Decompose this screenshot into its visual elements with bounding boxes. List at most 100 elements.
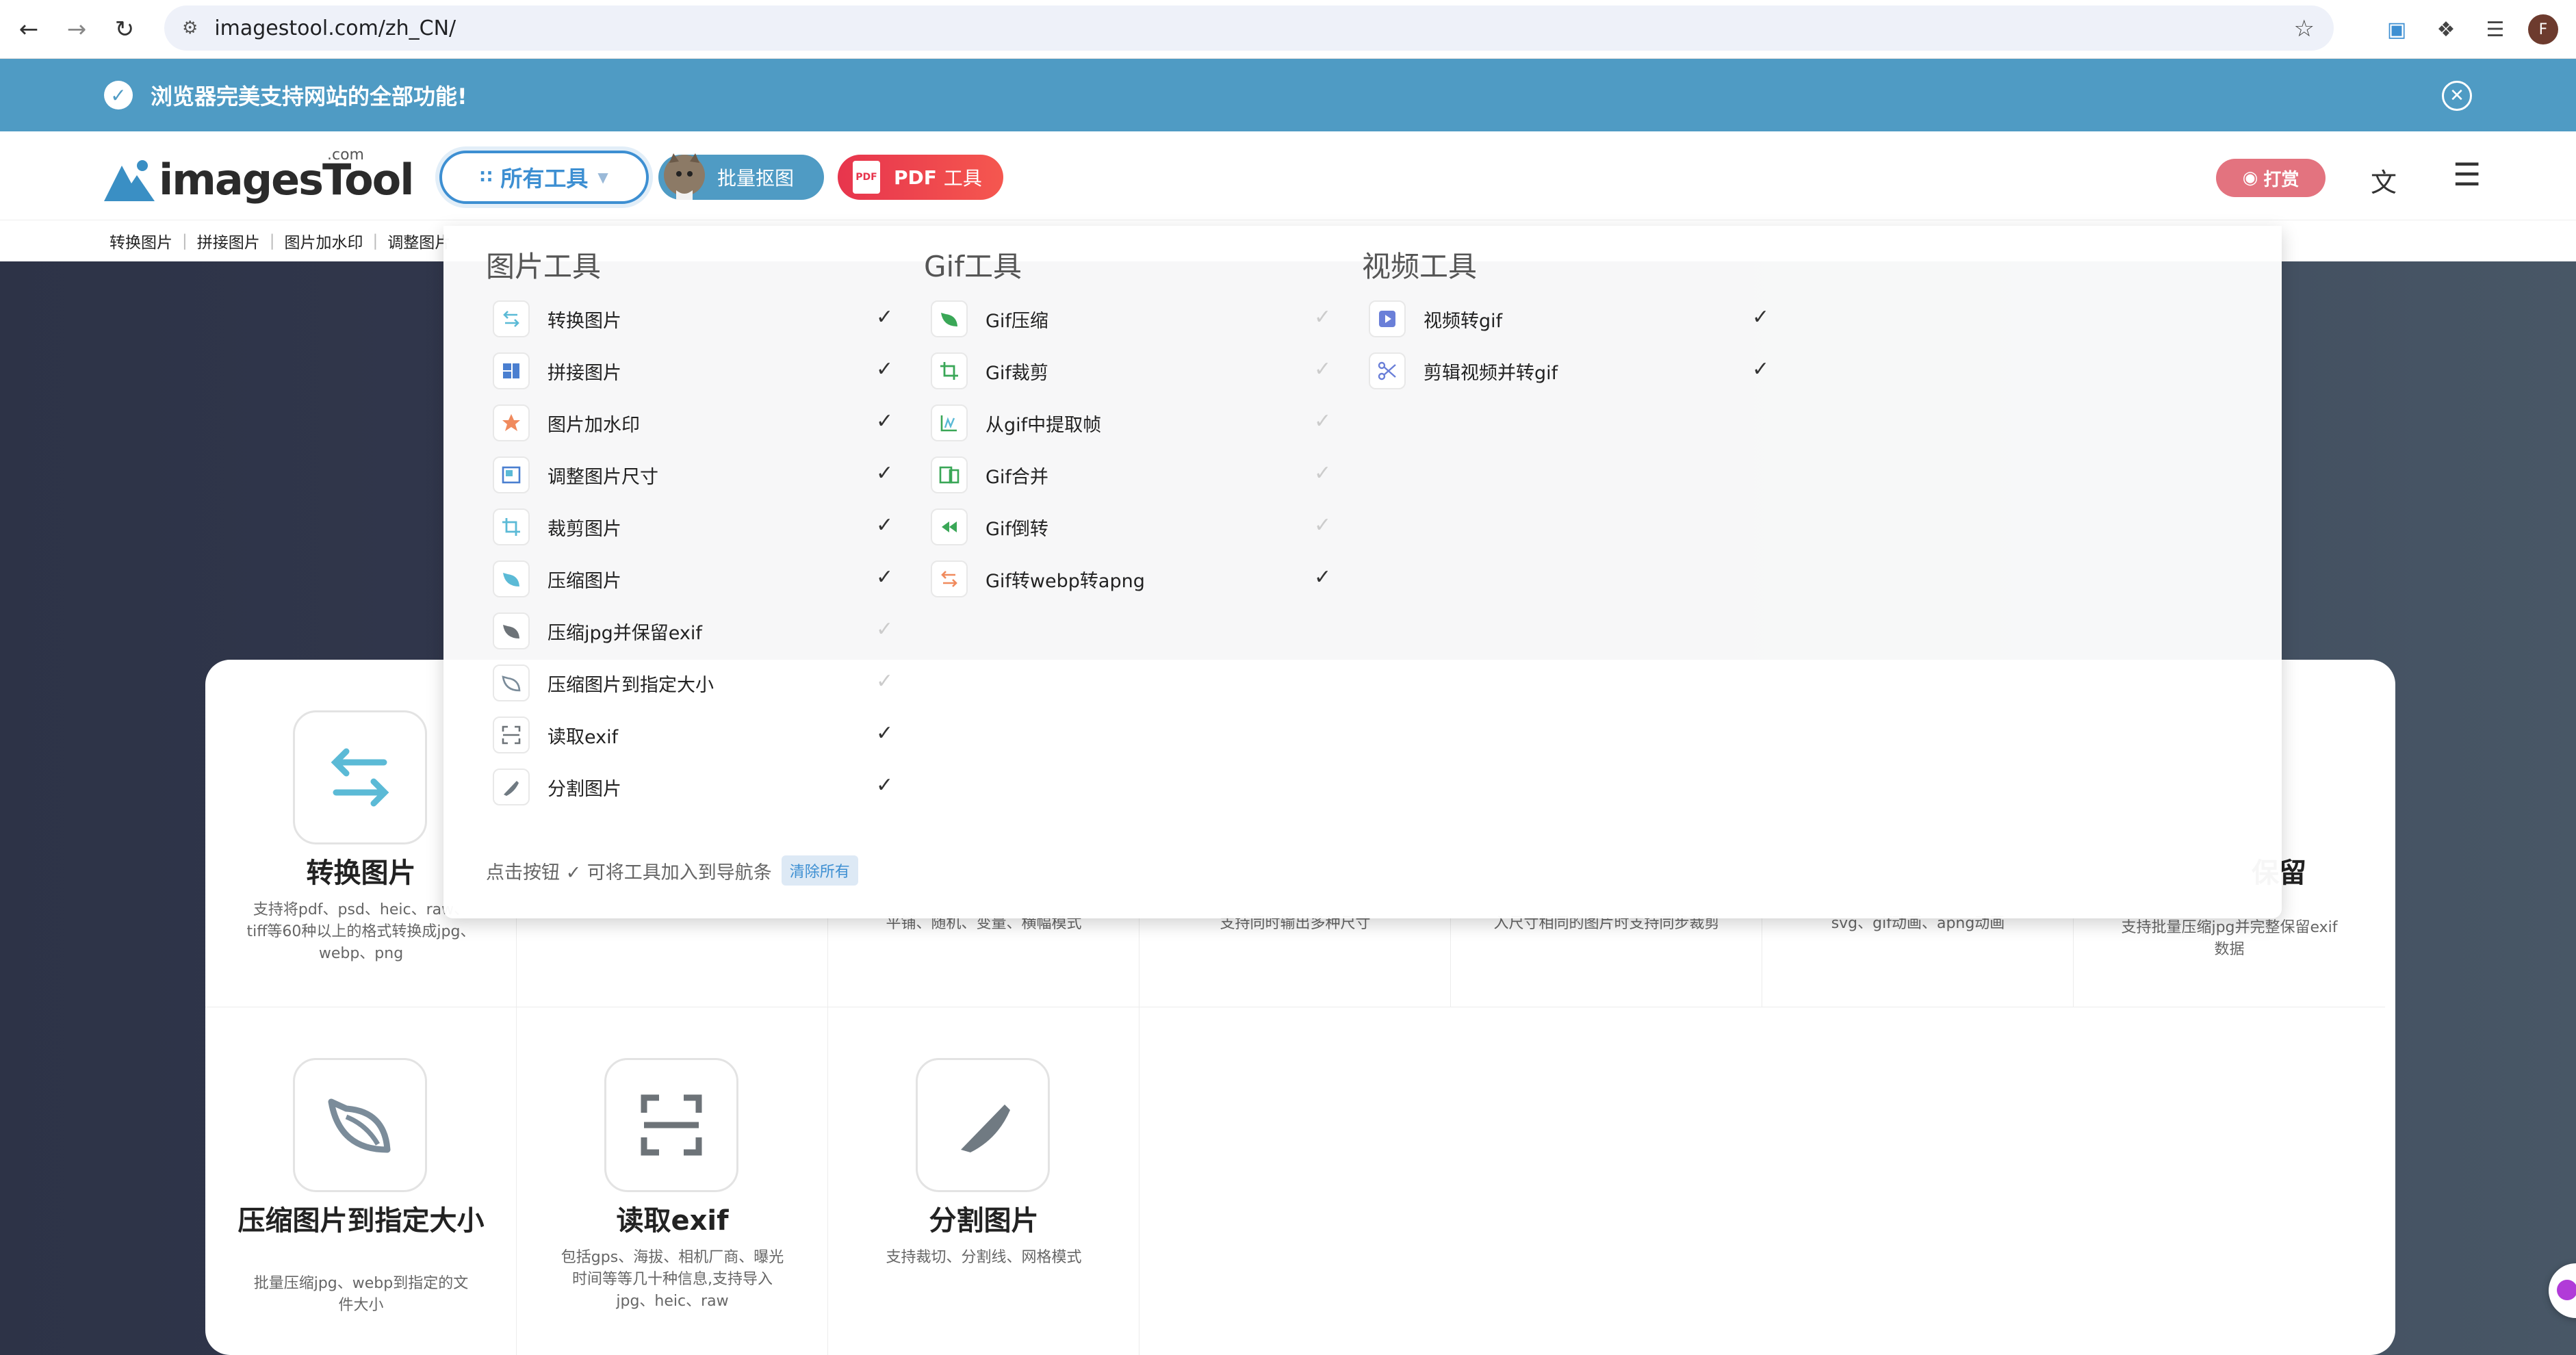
quick-nav-separator: | [269,232,275,250]
wechat-icon: ◉ [2242,168,2258,188]
checkmark-icon[interactable]: ✓ [876,513,893,537]
scan-frame-icon [493,717,530,753]
knife-icon [961,1105,1010,1152]
checkmark-icon[interactable]: ✓ [876,617,893,641]
checkmark-icon[interactable]: ✓ [876,721,893,745]
tool-card-desc: 支持将pdf、psd、heic、raw、tiff等60种以上的格式转换成jpg、… [246,901,476,962]
menu-column-video-tools: 视频工具 [1319,246,1477,287]
menu-item-gif-extract[interactable]: 从gif中提取帧 ✓ [931,397,1331,449]
menu-item-gif-crop[interactable]: Gif裁剪 ✓ [931,345,1331,397]
checkmark-icon[interactable]: ✓ [1314,409,1331,433]
rewind-icon [931,508,968,545]
menu-item-gif-to-webp[interactable]: Gif转webp转apng ✓ [931,553,1331,605]
close-notice-icon[interactable]: ✕ [2442,81,2472,111]
checkmark-icon[interactable]: ✓ [876,461,893,485]
batch-cutout-button[interactable]: 批量抠图 [658,153,824,200]
knife-icon [493,769,530,805]
back-icon[interactable]: ← [10,10,48,49]
crop-icon [931,352,968,389]
checkmark-icon[interactable]: ✓ [1314,565,1331,589]
scissors-icon [1369,352,1406,389]
donate-label: 打赏 [2263,169,2300,190]
collage-grid-icon [493,352,530,389]
notice-text: 浏览器完美支持网站的全部功能! [151,83,467,109]
menu-item-read-exif[interactable]: 读取exif ✓ [493,709,893,761]
grid-dots-icon: ∷ [480,167,493,188]
tool-card-icon-box [293,710,427,844]
checkmark-icon[interactable]: ✓ [876,669,893,693]
tool-card-desc: 支持裁切、分割线、网格模式 [886,1249,1082,1266]
pdf-tools-button[interactable]: PDF PDF 工具 [838,155,1003,200]
quick-nav-separator: | [182,232,188,250]
checkmark-icon[interactable]: ✓ [876,357,893,381]
browser-actions: ▣ ❖ ☰ F [2372,0,2576,59]
tool-card-split[interactable]: 分割图片 支持裁切、分割线、网格模式 [828,1007,1139,1355]
url-text[interactable]: imagestool.com/zh_CN/ [214,16,456,40]
menu-item-split[interactable]: 分割图片 ✓ [493,761,893,813]
check-circle-icon: ✓ [104,81,133,109]
checkmark-icon[interactable]: ✓ [876,773,893,797]
menu-item-resize[interactable]: 调整图片尺寸 ✓ [493,449,893,501]
bookmark-star-icon[interactable]: ☆ [2294,15,2315,42]
quick-nav-item[interactable]: 图片加水印 [285,229,363,253]
extension-tv-icon[interactable]: ▣ [2372,18,2421,42]
checkmark-icon[interactable]: ✓ [876,409,893,433]
menu-item-stitch[interactable]: 拼接图片 ✓ [493,345,893,397]
quick-nav-item[interactable]: 调整图片 [387,229,450,253]
menu-footer: 点击按钮 ✓ 可将工具加入到导航条 清除所有 [486,855,858,886]
checkmark-icon[interactable]: ✓ [876,305,893,329]
checkmark-icon[interactable]: ✓ [1752,305,1769,329]
menu-item-compress-exif[interactable]: 压缩jpg并保留exif ✓ [493,605,893,657]
menu-item-gif-merge[interactable]: Gif合并 ✓ [931,449,1331,501]
menu-item-compress-size[interactable]: 压缩图片到指定大小 ✓ [493,657,893,709]
tool-card-read-exif[interactable]: 读取exif 包括gps、海拔、相机厂商、曝光时间等等几十种信息,支持导入jpg… [517,1007,828,1355]
profile-avatar[interactable]: F [2528,14,2558,44]
pdf-file-icon: PDF [853,161,880,194]
menu-item-label: 压缩图片到指定大小 [548,674,714,696]
checkmark-icon[interactable]: ✓ [1314,513,1331,537]
menu-item-watermark[interactable]: 图片加水印 ✓ [493,397,893,449]
tool-card-icon-box [293,1058,427,1192]
extensions-puzzle-icon[interactable]: ❖ [2421,18,2471,42]
donate-button[interactable]: ◉ 打赏 [2216,159,2326,197]
menu-item-label: 图片加水印 [548,414,640,436]
leaf-icon [328,1098,391,1153]
menu-item-clip-video[interactable]: 剪辑视频并转gif ✓ [1369,345,1769,397]
clear-all-button[interactable]: 清除所有 [781,855,858,886]
language-translate-icon[interactable]: 文 [2371,162,2397,199]
leaf-icon [493,560,530,597]
checkmark-icon[interactable]: ✓ [1314,305,1331,329]
menu-item-crop[interactable]: 裁剪图片 ✓ [493,501,893,553]
site-logo[interactable]: imagesTool .com [101,146,415,204]
media-queue-icon[interactable]: ☰ [2471,18,2520,42]
forward-icon[interactable]: → [57,10,96,49]
checkmark-icon[interactable]: ✓ [1752,357,1769,381]
menu-item-compress[interactable]: 压缩图片 ✓ [493,553,893,605]
checkmark-icon[interactable]: ✓ [1314,357,1331,381]
menu-item-label: 裁剪图片 [548,518,621,540]
menu-item-gif-reverse[interactable]: Gif倒转 ✓ [931,501,1331,553]
all-tools-button[interactable]: ∷ 所有工具 ▼ [439,151,649,204]
site-info-icon[interactable]: ⚙ [182,18,198,38]
checkmark-icon[interactable]: ✓ [876,565,893,589]
menu-column-image-tools: 图片工具 [443,246,601,287]
tool-card-compress-size[interactable]: 压缩图片到指定大小 批量压缩jpg、webp到指定的文件大小 [205,1007,517,1355]
quick-nav-item[interactable]: 拼接图片 [197,229,260,253]
quick-nav-separator: | [372,232,378,250]
tool-card-desc: 包括gps、海拔、相机厂商、曝光时间等等几十种信息,支持导入jpg、heic、r… [561,1249,784,1310]
swap-arrows-icon [931,560,968,597]
menu-item-video-to-gif[interactable]: 视频转gif ✓ [1369,293,1769,345]
batch-cutout-label: 批量抠图 [717,167,795,190]
menu-item-label: 分割图片 [548,778,621,800]
scan-frame-icon [641,1094,702,1156]
checkmark-icon[interactable]: ✓ [1314,461,1331,485]
logo-mountain-icon [104,160,155,201]
menu-item-label: Gif合并 [986,466,1048,488]
menu-item-convert[interactable]: 转换图片 ✓ [493,293,893,345]
reload-icon[interactable]: ↻ [105,10,144,49]
pdf-label-suffix: 工具 [943,167,982,190]
address-bar[interactable]: ⚙ imagestool.com/zh_CN/ ☆ [164,5,2334,51]
quick-nav-item[interactable]: 转换图片 [110,229,172,253]
hamburger-menu-icon[interactable]: ☰ [2453,156,2481,193]
menu-item-gif-compress[interactable]: Gif压缩 ✓ [931,293,1331,345]
